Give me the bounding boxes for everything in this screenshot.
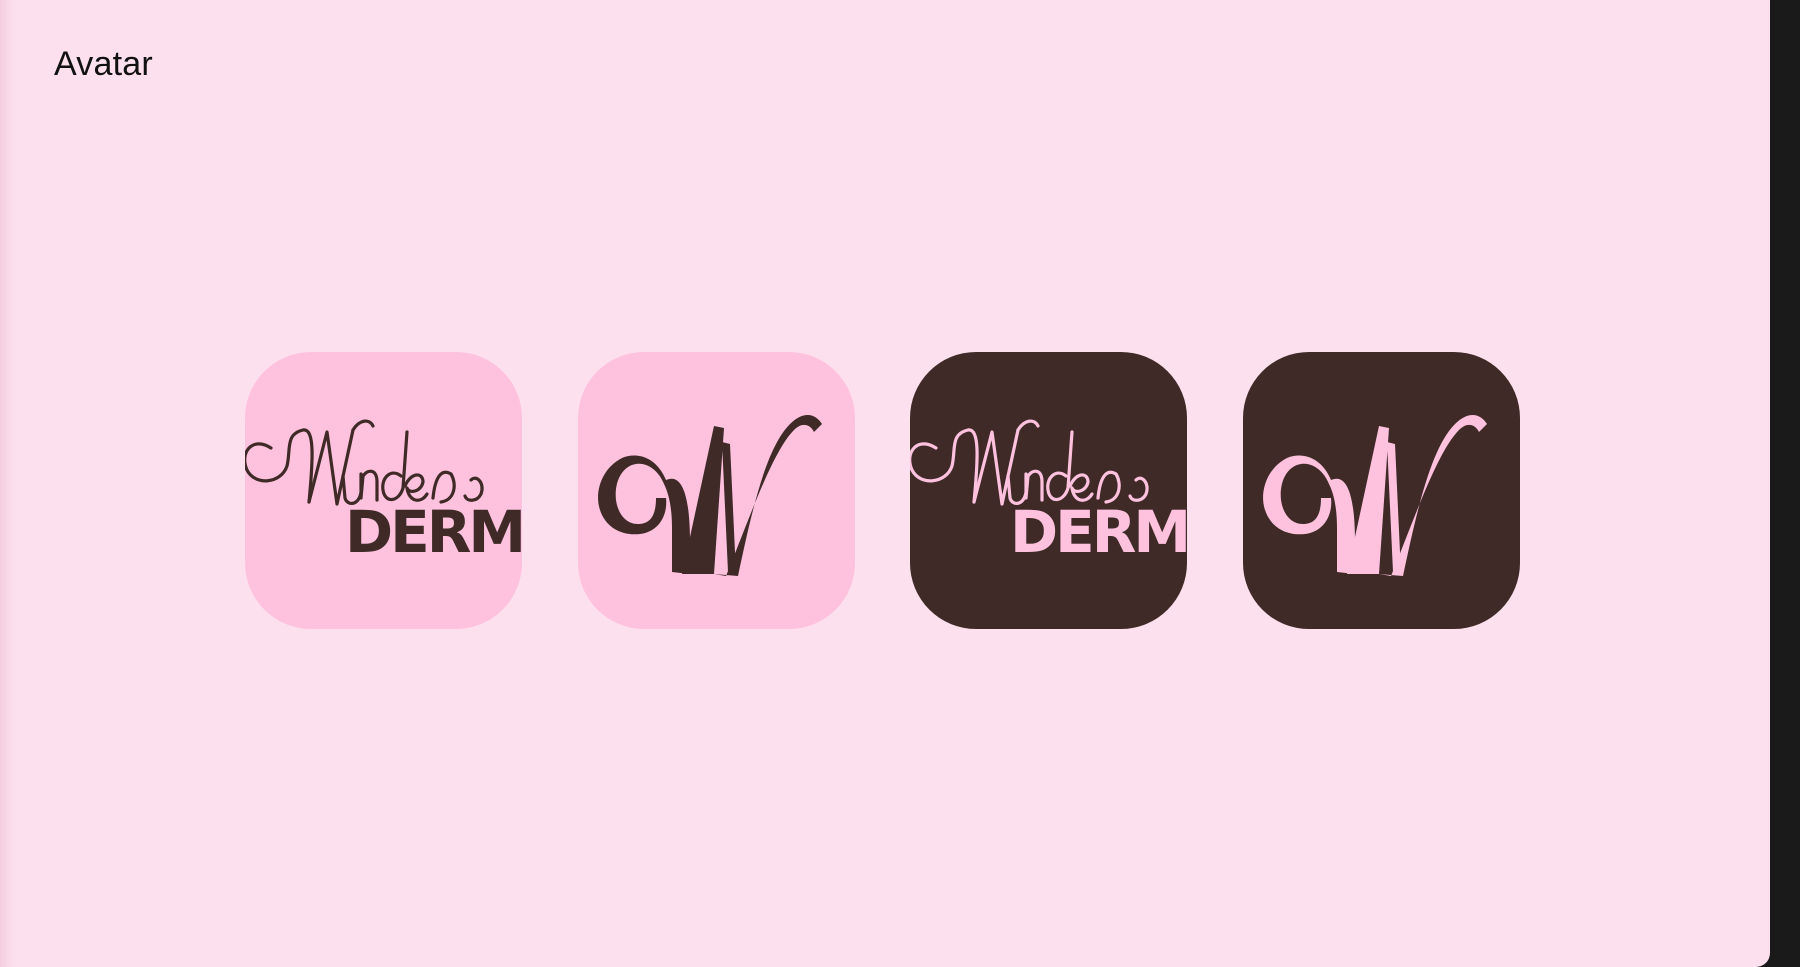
wordmark-block-text: DERM (1010, 498, 1187, 566)
w-monogram-logo (1263, 414, 1487, 576)
wordmark-block-text: DERM (345, 498, 522, 566)
wunderderm-wordmark-logo: DERM (245, 419, 522, 566)
avatar-monogram-light (578, 352, 855, 629)
wunderderm-wordmark-logo: DERM (910, 419, 1187, 566)
page-title: Avatar (54, 45, 153, 83)
w-monogram-logo (598, 414, 822, 576)
avatar-wordmark-light: DERM (245, 352, 522, 629)
avatar-wordmark-dark: DERM (910, 352, 1187, 629)
avatar-monogram-dark (1243, 352, 1520, 629)
canvas: Avatar DERM DERM (0, 0, 1770, 967)
